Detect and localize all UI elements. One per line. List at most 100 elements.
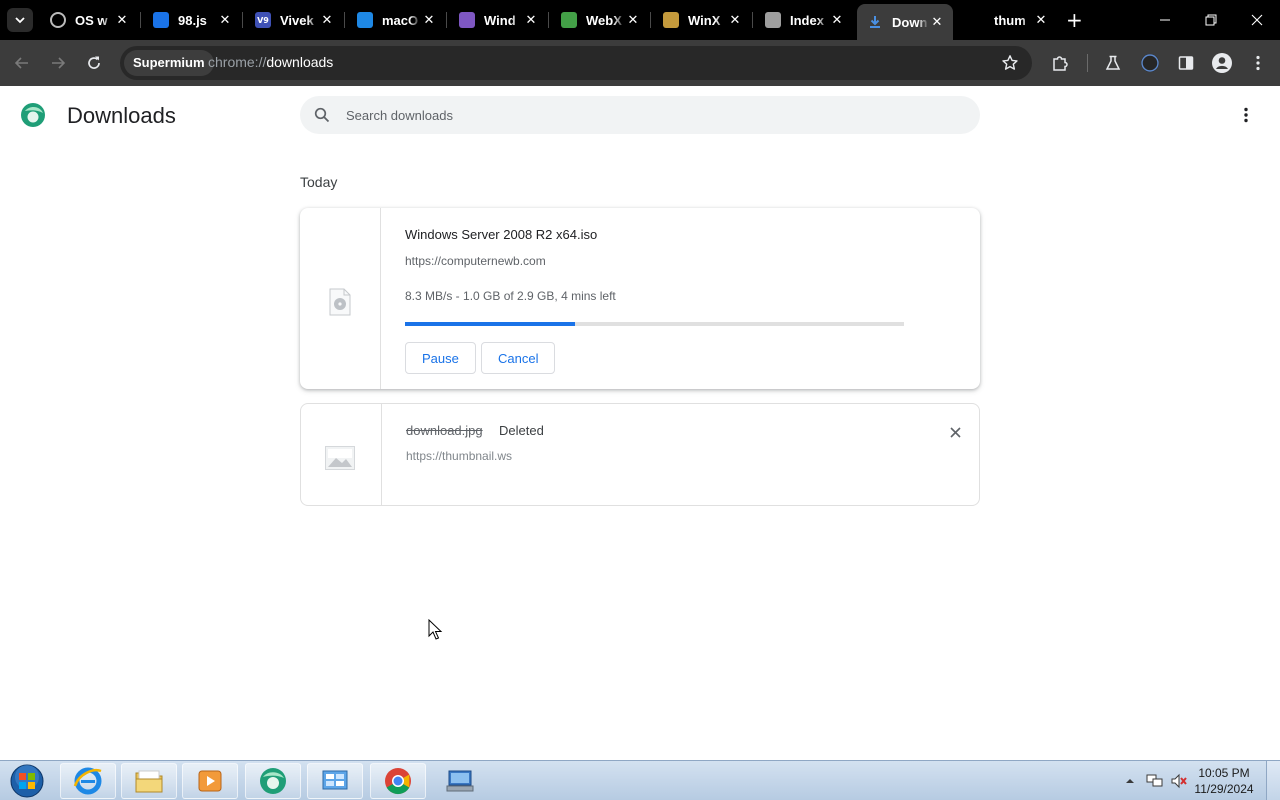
tab-separator	[242, 12, 243, 28]
browser-tab[interactable]: OS w ✕	[40, 4, 138, 36]
browser-menu-button[interactable]	[1244, 49, 1272, 77]
browser-tab[interactable]: WinX ✕	[653, 4, 751, 36]
chevron-down-icon	[15, 17, 25, 24]
control-panel-icon	[322, 770, 348, 790]
macos-icon	[357, 12, 373, 28]
browser-tab[interactable]: Down ✕	[857, 4, 953, 40]
taskbar-media-player[interactable]	[182, 763, 238, 799]
remote-desktop-icon	[446, 770, 474, 792]
tab-strip: OS w ✕ 98.js ✕ V9 Vivek ✕ macO ✕ Wind ✕ WebX ✕ WinX ✕ I…	[0, 0, 1280, 40]
close-tab-icon[interactable]: ✕	[217, 13, 233, 28]
download-progress-fill	[405, 322, 575, 326]
disc-file-icon	[329, 288, 351, 316]
bookmark-button[interactable]	[996, 49, 1024, 77]
tab-title: Down	[892, 14, 928, 30]
tab-separator	[548, 12, 549, 28]
tab-separator	[140, 12, 141, 28]
close-tab-icon[interactable]: ✕	[319, 13, 335, 28]
downloads-menu-button[interactable]	[1236, 104, 1256, 126]
profile-sync-button[interactable]	[1136, 49, 1164, 77]
taskbar: 10:05 PM 11/29/2024	[0, 760, 1280, 800]
file-source-link[interactable]: https://computernewb.com	[405, 254, 546, 268]
tab-search-button[interactable]	[7, 8, 33, 32]
taskbar-remote-desktop[interactable]	[432, 763, 488, 799]
webx-icon	[561, 12, 577, 28]
browser-tab[interactable]: WebX ✕	[551, 4, 649, 36]
network-icon	[1146, 774, 1163, 787]
volume-muted-icon	[1171, 773, 1187, 789]
new-tab-button[interactable]: +	[1066, 10, 1083, 30]
extensions-button[interactable]	[1046, 49, 1074, 77]
loading-ring-icon	[1141, 54, 1159, 72]
image-file-icon	[325, 446, 355, 470]
close-window-button[interactable]	[1234, 0, 1280, 40]
show-desktop-button[interactable]	[1266, 761, 1280, 800]
close-tab-icon[interactable]: ✕	[1033, 13, 1049, 28]
tab-separator	[752, 12, 753, 28]
address-bar[interactable]: Supermium chrome://downloads	[120, 46, 1032, 80]
account-icon	[1212, 53, 1232, 73]
close-tab-icon[interactable]: ✕	[523, 13, 539, 28]
close-tab-icon[interactable]: ✕	[421, 13, 437, 28]
download-item: download.jpg Deleted https://thumbnail.w…	[300, 403, 980, 506]
url-text[interactable]: chrome://downloads	[208, 54, 333, 70]
browser-tab[interactable]: Wind ✕	[449, 4, 547, 36]
remove-item-button[interactable]	[946, 423, 964, 441]
browser-toolbar: Supermium chrome://downloads	[0, 40, 1280, 86]
tab-title: OS w	[75, 12, 108, 28]
tab-separator	[344, 12, 345, 28]
file-icon-column	[301, 404, 382, 505]
tray-network[interactable]	[1146, 761, 1164, 800]
restore-button[interactable]	[1188, 0, 1234, 40]
back-button[interactable]	[8, 49, 36, 77]
os-icon	[50, 12, 66, 28]
downloads-logo-icon	[21, 103, 45, 127]
download-icon	[867, 14, 883, 30]
file-source-link[interactable]: https://thumbnail.ws	[406, 449, 512, 463]
close-tab-icon[interactable]: ✕	[114, 13, 130, 28]
taskbar-supermium[interactable]	[245, 763, 301, 799]
browser-tab[interactable]: thum ✕	[959, 4, 1057, 36]
taskbar-control-panel[interactable]	[307, 763, 363, 799]
tab-separator	[446, 12, 447, 28]
file-icon-column	[300, 208, 381, 389]
browser-tab[interactable]: Index ✕	[755, 4, 853, 36]
reload-button[interactable]	[80, 49, 108, 77]
profile-button[interactable]	[1208, 49, 1236, 77]
cancel-button[interactable]: Cancel	[481, 342, 556, 374]
side-panel-button[interactable]	[1172, 49, 1200, 77]
close-tab-icon[interactable]: ✕	[727, 13, 743, 28]
close-tab-icon[interactable]: ✕	[829, 13, 845, 28]
close-tab-icon[interactable]: ✕	[625, 13, 641, 28]
browser-tab[interactable]: 98.js ✕	[143, 4, 241, 36]
tray-expand-icon[interactable]	[1124, 775, 1136, 787]
deleted-tag: Deleted	[499, 423, 544, 438]
tab-separator	[650, 12, 651, 28]
search-box[interactable]	[300, 96, 980, 134]
forward-button[interactable]	[44, 49, 72, 77]
labs-button[interactable]	[1099, 49, 1127, 77]
start-button[interactable]	[5, 763, 49, 799]
star-icon	[1002, 55, 1018, 70]
more-vert-icon	[1256, 55, 1260, 71]
pause-button[interactable]: Pause	[405, 342, 476, 374]
file-name: download.jpg	[406, 423, 483, 438]
toolbar-divider	[1087, 54, 1088, 72]
browser-tab[interactable]: V9 Vivek ✕	[245, 4, 343, 36]
tab-title: WinX	[688, 12, 721, 28]
minimize-icon	[1160, 19, 1170, 21]
site-chip[interactable]: Supermium	[124, 50, 214, 76]
file-name-link[interactable]: Windows Server 2008 R2 x64.iso	[405, 227, 597, 242]
close-tab-icon[interactable]: ✕	[929, 15, 945, 30]
browser-tab[interactable]: macO ✕	[347, 4, 445, 36]
tab-title: 98.js	[178, 12, 207, 28]
taskbar-chrome[interactable]	[370, 763, 426, 799]
taskbar-clock[interactable]: 10:05 PM 11/29/2024	[1192, 765, 1256, 797]
taskbar-file-explorer[interactable]	[121, 763, 177, 799]
index-icon	[765, 12, 781, 28]
search-input[interactable]	[346, 96, 946, 134]
tray-volume[interactable]	[1170, 761, 1188, 800]
taskbar-internet-explorer[interactable]	[60, 763, 116, 799]
arrow-right-icon	[52, 57, 66, 69]
minimize-button[interactable]	[1142, 0, 1188, 40]
